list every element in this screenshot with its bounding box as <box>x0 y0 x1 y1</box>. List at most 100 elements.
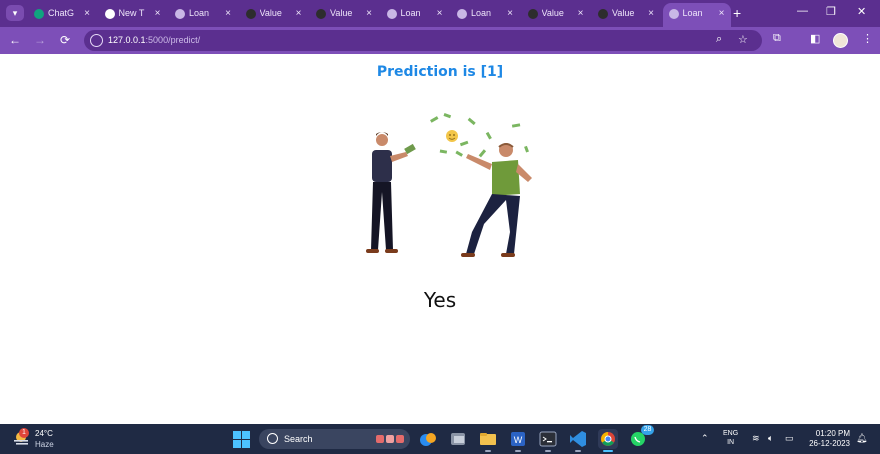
tab-label: Value <box>541 8 564 18</box>
whatsapp-app-icon[interactable]: 28 <box>628 425 654 449</box>
globe-icon <box>175 9 185 19</box>
browser-tab[interactable]: Value × <box>592 3 660 24</box>
terminal-icon <box>245 9 256 19</box>
tab-close-icon[interactable]: × <box>648 3 654 24</box>
close-window-button[interactable]: ✕ <box>857 5 866 18</box>
chevron-up-icon[interactable]: ⌃ <box>701 433 709 444</box>
tab-close-icon[interactable]: × <box>84 3 90 24</box>
language-indicator[interactable]: ENG IN <box>723 429 738 447</box>
tab-search-button[interactable]: ▾ <box>6 5 24 21</box>
browser-tab[interactable]: New T × <box>99 3 167 24</box>
globe-icon <box>457 9 467 19</box>
profile-avatar[interactable] <box>833 33 848 48</box>
extensions-icon[interactable]: ⧉ <box>773 32 781 45</box>
app-running-indicator <box>515 450 521 452</box>
tab-label: Loan <box>189 8 210 18</box>
browser-tab[interactable]: Loan × <box>662 3 731 27</box>
tab-close-icon[interactable]: × <box>719 3 725 24</box>
globe-icon <box>668 9 679 19</box>
search-icon <box>267 433 278 444</box>
weather-badge: 1 <box>19 428 29 438</box>
weather-description[interactable]: Haze <box>35 440 54 449</box>
minimize-button[interactable]: — <box>797 5 808 17</box>
app-running-indicator <box>545 450 551 452</box>
system-clock[interactable]: 01:20 PM 26-12-2023 <box>806 429 850 449</box>
reload-button[interactable]: ⟳ <box>57 32 73 48</box>
bookmark-star-icon[interactable]: ☆ <box>738 33 748 46</box>
file-explorer-icon[interactable] <box>478 429 498 452</box>
url-host: 127.0.0.1 <box>108 35 146 45</box>
maximize-button[interactable]: ❐ <box>826 5 836 18</box>
new-tab-button[interactable]: + <box>733 5 741 21</box>
zoom-icon[interactable]: ⌕ <box>716 33 722 46</box>
browser-tab[interactable]: Value × <box>310 3 378 24</box>
app-running-indicator <box>575 450 581 452</box>
celebrating-people-throwing-money-icon <box>366 113 532 257</box>
terminal-icon <box>527 9 538 19</box>
notification-bell-icon[interactable]: 🔔︎ <box>856 433 867 444</box>
prediction-title: Prediction is [1] <box>376 64 504 80</box>
app-active-indicator <box>603 450 613 452</box>
tab-label: Value <box>612 8 635 18</box>
lang-line2: IN <box>727 439 735 446</box>
back-button[interactable]: ← <box>7 32 23 48</box>
wifi-icon[interactable]: ≋ <box>752 433 760 444</box>
weather-temperature[interactable]: 24°C <box>35 429 53 438</box>
url-path: :5000/predict/ <box>145 35 201 45</box>
clock-date: 26-12-2023 <box>809 439 850 448</box>
url-text[interactable]: 127.0.0.1:5000/predict/ <box>108 30 200 51</box>
vscode-app-icon[interactable] <box>568 429 588 452</box>
page-content: Prediction is [1] Yes <box>0 54 880 424</box>
browser-tab[interactable]: Loan × <box>451 3 519 24</box>
address-bar[interactable]: 127.0.0.1:5000/predict/ ⌕ ☆ <box>84 30 762 51</box>
taskbar-search[interactable]: Search <box>259 429 410 449</box>
site-info-icon[interactable] <box>90 34 103 47</box>
tab-close-icon[interactable]: × <box>296 3 302 24</box>
tab-close-icon[interactable]: × <box>366 3 372 24</box>
browser-window: ▾ ChatG × New T × Loan × Value × Value × Loan × Loan… <box>0 0 880 424</box>
windows-taskbar: 1 24°C Haze Search W 28 ⌃ ENG IN ≋ 🔈︎ ▭ … <box>0 424 880 454</box>
terminal-icon <box>598 9 608 19</box>
prediction-answer: Yes <box>423 288 457 312</box>
tab-close-icon[interactable]: × <box>507 3 513 24</box>
tab-label: Loan <box>471 8 492 18</box>
tab-label: ChatG <box>48 8 75 18</box>
tab-close-icon[interactable]: × <box>437 3 443 24</box>
whatsapp-badge: 28 <box>641 425 654 435</box>
file-viewer-app-icon[interactable] <box>448 429 468 449</box>
tab-close-icon[interactable]: × <box>155 3 161 24</box>
browser-tab[interactable]: Value × <box>240 3 308 24</box>
tab-strip: ▾ ChatG × New T × Loan × Value × Value × Loan × Loan… <box>0 0 880 27</box>
chatgpt-icon <box>34 9 44 19</box>
menu-kebab-icon[interactable]: ⋮ <box>862 32 873 45</box>
chrome-app-icon[interactable] <box>598 429 618 452</box>
lang-line1: ENG <box>723 430 739 437</box>
tab-label: Value <box>259 8 282 18</box>
side-panel-icon[interactable]: ◧ <box>810 32 820 45</box>
widgets-app-icon[interactable] <box>418 429 438 449</box>
terminal-app-icon[interactable] <box>538 429 558 452</box>
browser-tab[interactable]: ChatG × <box>28 3 96 24</box>
tab-label: New T <box>118 8 145 18</box>
windows-start-icon[interactable] <box>233 431 250 448</box>
browser-toolbar: ← → ⟳ 127.0.0.1:5000/predict/ ⌕ ☆ ⧉ ◧ ⋮ <box>0 27 880 54</box>
globe-icon <box>386 9 397 19</box>
svg-text:W: W <box>514 435 523 445</box>
tab-label: Loan <box>682 8 703 18</box>
chrome-icon <box>104 9 115 19</box>
tab-close-icon[interactable]: × <box>225 3 231 24</box>
forward-button[interactable]: → <box>32 32 48 48</box>
browser-tab[interactable]: Loan × <box>381 3 449 24</box>
browser-tab[interactable]: Loan × <box>169 3 237 24</box>
tab-label: Loan <box>400 8 421 18</box>
search-label: Search <box>284 434 313 444</box>
volume-icon[interactable]: 🔈︎ <box>768 433 773 444</box>
terminal-icon <box>316 9 326 19</box>
tab-label: Value <box>330 8 353 18</box>
tab-close-icon[interactable]: × <box>578 3 584 24</box>
search-highlight-icon <box>376 435 404 443</box>
battery-icon[interactable]: ▭ <box>785 433 794 444</box>
clock-time: 01:20 PM <box>815 429 850 438</box>
word-app-icon[interactable]: W <box>508 429 528 452</box>
browser-tab[interactable]: Value × <box>522 3 590 24</box>
